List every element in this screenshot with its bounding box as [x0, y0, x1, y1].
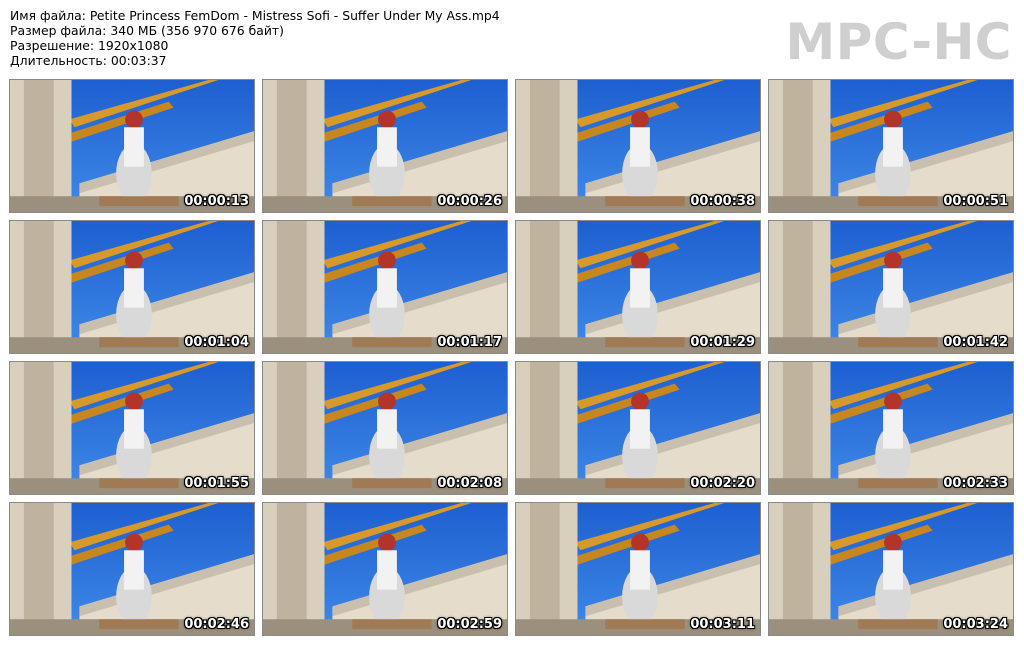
thumbnail: 00:03:24	[768, 502, 1014, 636]
resolution-value: 1920x1080	[98, 38, 169, 53]
thumbnail-timestamp: 00:02:59	[437, 617, 502, 632]
thumbnail-timestamp: 00:01:04	[184, 335, 249, 350]
thumbnail-timestamp: 00:02:08	[437, 476, 502, 491]
thumbnail: 00:03:11	[515, 502, 761, 636]
filesize-value: 340 МБ (356 970 676 байт)	[110, 23, 284, 38]
thumbnail-timestamp: 00:03:24	[943, 617, 1008, 632]
thumbnail: 00:01:04	[9, 220, 255, 354]
duration-value: 00:03:37	[110, 53, 167, 68]
mpc-hc-logo: MPC-HC	[785, 13, 1012, 71]
filename-label: Имя файла:	[10, 8, 86, 23]
thumbnail: 00:02:46	[9, 502, 255, 636]
file-info: Имя файла: Petite Princess FemDom - Mist…	[10, 8, 500, 68]
thumbnail: 00:02:08	[262, 361, 508, 495]
thumbnail-timestamp: 00:00:51	[943, 194, 1008, 209]
thumbnail-timestamp: 00:01:29	[690, 335, 755, 350]
filesize-label: Размер файла:	[10, 23, 107, 38]
filename-line: Имя файла: Petite Princess FemDom - Mist…	[10, 8, 500, 23]
thumbnail-timestamp: 00:02:46	[184, 617, 249, 632]
thumbnail-grid: 00:00:13 00:00:26 00:00:38 00:00:51 00:01:04…	[9, 79, 1015, 641]
duration-label: Длительность:	[10, 53, 107, 68]
resolution-label: Разрешение:	[10, 38, 95, 53]
thumbnail: 00:00:51	[768, 79, 1014, 213]
thumbnail-timestamp: 00:02:20	[690, 476, 755, 491]
thumbnail: 00:01:42	[768, 220, 1014, 354]
duration-line: Длительность: 00:03:37	[10, 53, 500, 68]
filename-value: Petite Princess FemDom - Mistress Sofi -…	[89, 8, 500, 23]
thumbnail-timestamp: 00:03:11	[690, 617, 755, 632]
thumbnail-timestamp: 00:01:55	[184, 476, 249, 491]
thumbnail: 00:00:13	[9, 79, 255, 213]
thumbnail: 00:01:29	[515, 220, 761, 354]
thumbnail: 00:02:59	[262, 502, 508, 636]
thumbnail-timestamp: 00:02:33	[943, 476, 1008, 491]
thumbnail: 00:00:38	[515, 79, 761, 213]
thumbnail: 00:02:20	[515, 361, 761, 495]
thumbnail-timestamp: 00:01:17	[437, 335, 502, 350]
thumbnail-timestamp: 00:01:42	[943, 335, 1008, 350]
thumbnail-timestamp: 00:00:26	[437, 194, 502, 209]
thumbnail: 00:02:33	[768, 361, 1014, 495]
thumbnail: 00:00:26	[262, 79, 508, 213]
thumbnail-timestamp: 00:00:13	[184, 194, 249, 209]
thumbnail: 00:01:55	[9, 361, 255, 495]
resolution-line: Разрешение: 1920x1080	[10, 38, 500, 53]
thumbnail-timestamp: 00:00:38	[690, 194, 755, 209]
thumbnail: 00:01:17	[262, 220, 508, 354]
filesize-line: Размер файла: 340 МБ (356 970 676 байт)	[10, 23, 500, 38]
